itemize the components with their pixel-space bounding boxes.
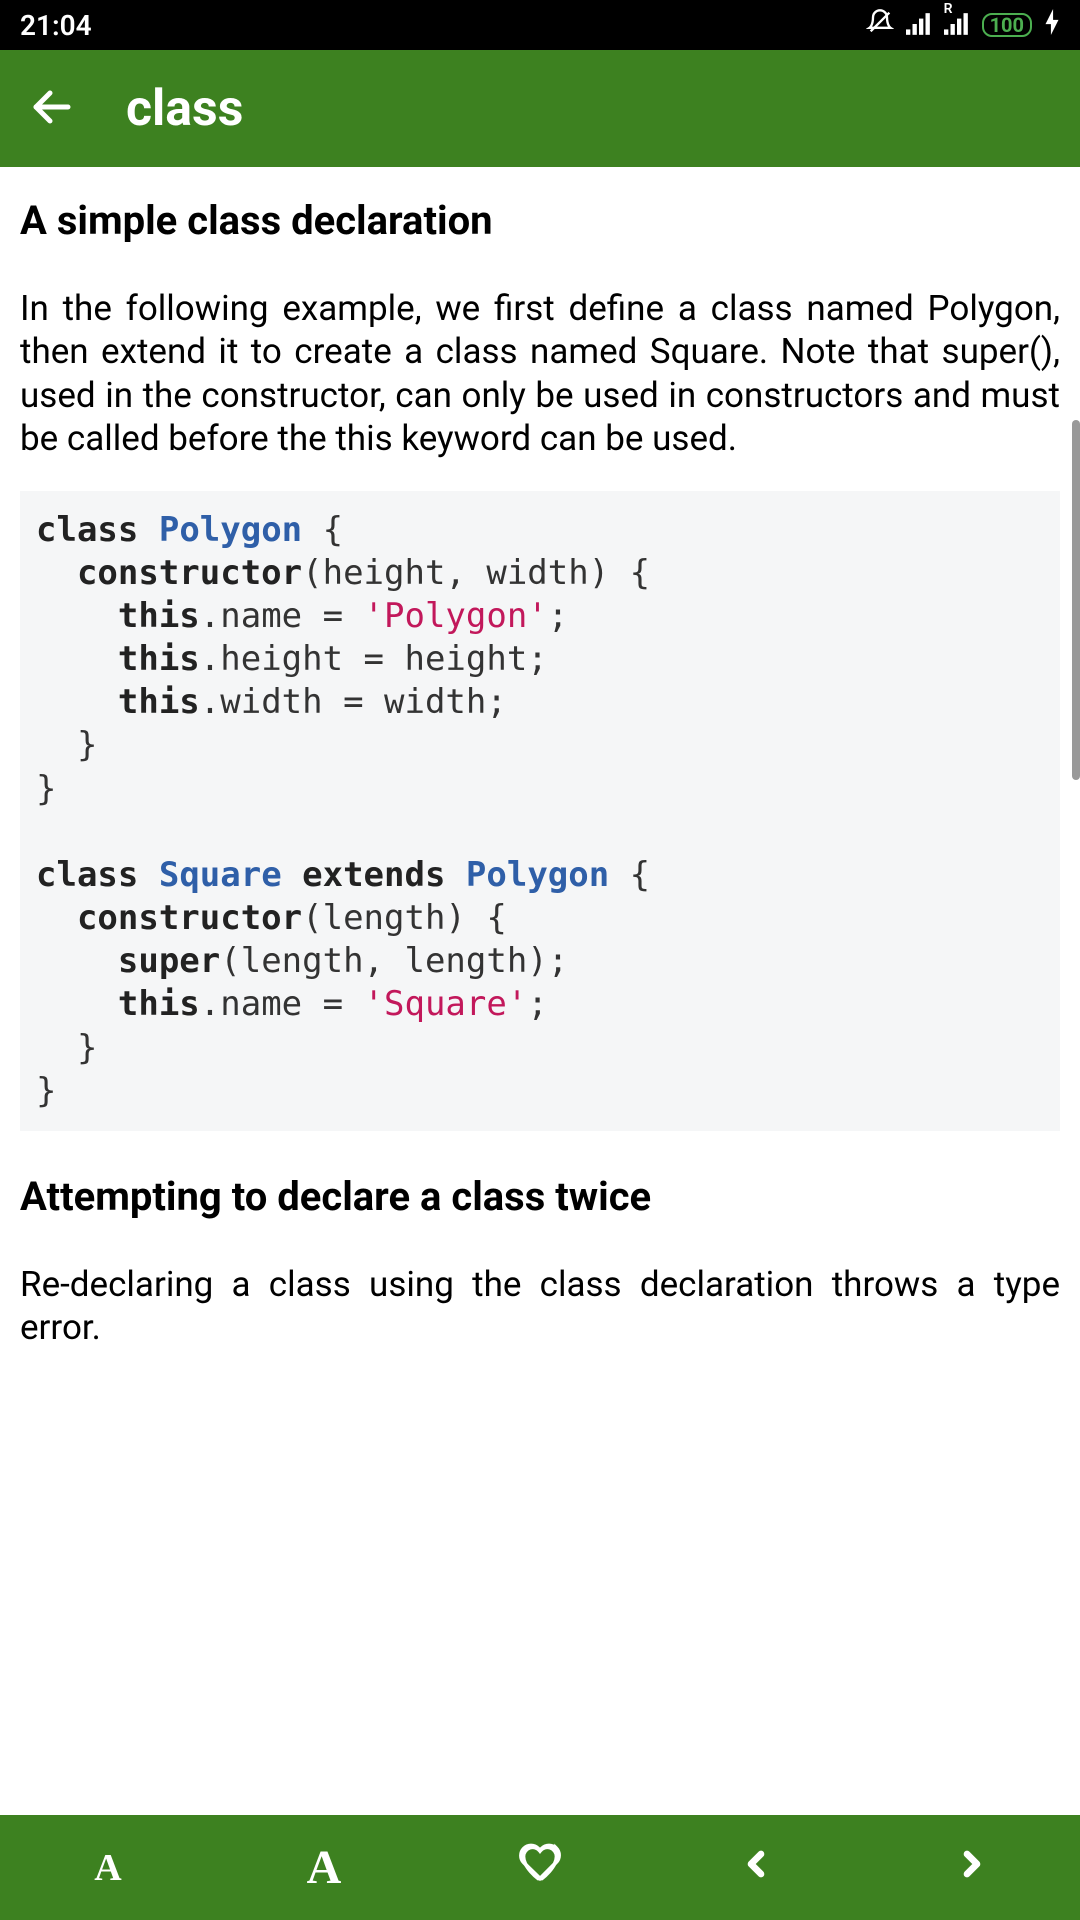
back-icon[interactable]: [28, 83, 76, 135]
app-bar: class: [0, 50, 1080, 167]
charging-icon: [1044, 9, 1060, 42]
chevron-left-icon: [736, 1839, 776, 1896]
status-time: 21:04: [20, 9, 92, 42]
scroll-indicator[interactable]: [1072, 420, 1080, 780]
status-bar: 21:04 R 100: [0, 0, 1080, 50]
status-right: R 100: [866, 8, 1060, 43]
page-title: class: [126, 80, 243, 138]
next-button[interactable]: [864, 1815, 1080, 1920]
section-heading-twice: Attempting to declare a class twice: [20, 1171, 1060, 1223]
bottom-bar: A A: [0, 1815, 1080, 1920]
favorite-button[interactable]: [432, 1815, 648, 1920]
section-heading-simple: A simple class declaration: [20, 195, 1060, 247]
chevron-right-icon: [952, 1839, 992, 1896]
heart-icon: [518, 1839, 562, 1896]
font-decrease-button[interactable]: A: [0, 1815, 216, 1920]
redeclare-paragraph: Re-declaring a class using the class dec…: [20, 1263, 1060, 1350]
content-area[interactable]: A simple class declaration In the follow…: [0, 167, 1080, 1815]
intro-paragraph: In the following example, we first defin…: [20, 287, 1060, 461]
signal-icon: [906, 9, 932, 42]
prev-button[interactable]: [648, 1815, 864, 1920]
code-block: class Polygon { constructor(height, widt…: [20, 491, 1060, 1131]
signal2-icon: R: [944, 9, 970, 42]
font-increase-button[interactable]: A: [216, 1815, 432, 1920]
battery-indicator: 100: [982, 13, 1032, 37]
dnd-icon: [866, 8, 894, 43]
